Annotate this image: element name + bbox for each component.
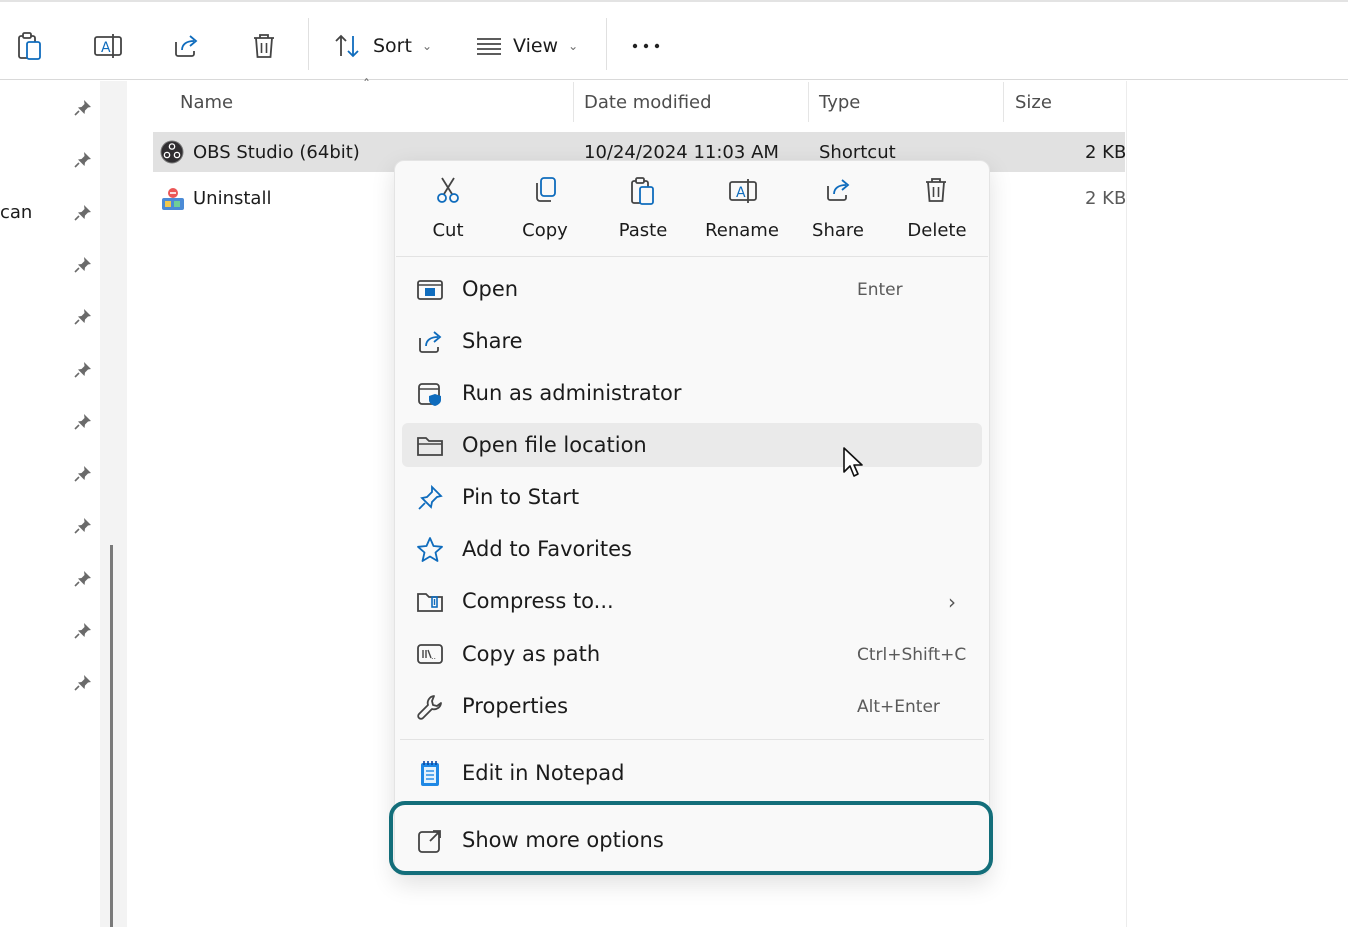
- pin-icon[interactable]: [74, 204, 92, 222]
- paste-label: Paste: [618, 220, 668, 241]
- column-header-type[interactable]: Type: [819, 92, 860, 113]
- toolbar-delete-button[interactable]: [251, 30, 277, 62]
- file-name[interactable]: OBS Studio (64bit): [193, 142, 360, 163]
- command-bar: A Sort ⌄ View ⌄: [0, 0, 1348, 80]
- svg-text:A: A: [101, 40, 111, 56]
- chevron-down-icon: ⌄: [568, 39, 579, 53]
- file-size: 2 KB: [1085, 142, 1127, 163]
- path-icon: ..: [416, 641, 444, 669]
- menu-item-shortcut: Enter: [857, 280, 903, 300]
- column-divider[interactable]: [1003, 82, 1004, 122]
- copy-label: Copy: [522, 220, 568, 241]
- folder-icon: [416, 432, 444, 460]
- delete-label: Delete: [907, 220, 967, 241]
- file-name[interactable]: Uninstall: [193, 188, 271, 209]
- notepad-icon: [416, 760, 444, 788]
- toolbar-paste-button[interactable]: [16, 30, 44, 62]
- pin-icon[interactable]: [74, 151, 92, 169]
- share-icon: [416, 328, 444, 356]
- column-divider[interactable]: [573, 82, 574, 122]
- paste-icon: [629, 176, 657, 205]
- pin-icon[interactable]: [74, 570, 92, 588]
- menu-item-label: Copy as path: [462, 642, 601, 666]
- menu-item-label: Run as administrator: [462, 381, 682, 405]
- svg-text:A: A: [736, 185, 746, 201]
- menu-item-label: Compress to...: [462, 589, 614, 613]
- copy-icon: [531, 176, 559, 204]
- open-icon: [416, 276, 444, 304]
- obs-app-icon: [160, 140, 184, 164]
- menu-item-label: Open: [462, 277, 519, 301]
- sort-button[interactable]: Sort ⌄: [333, 30, 432, 62]
- uninstall-icon: [160, 186, 186, 212]
- nav-scrollbar[interactable]: [110, 545, 113, 927]
- mouse-cursor-icon: [842, 446, 866, 480]
- cut-icon: [434, 176, 462, 204]
- cut-label: Cut: [432, 220, 464, 241]
- pin-icon[interactable]: [74, 674, 92, 692]
- menu-item-label: Add to Favorites: [462, 537, 632, 561]
- pin-icon[interactable]: [74, 361, 92, 379]
- svg-text:..: ..: [431, 652, 436, 661]
- pin-icon[interactable]: [74, 465, 92, 483]
- pin-icon: [416, 484, 444, 512]
- admin-shield-icon: [416, 380, 444, 408]
- more-icon: [631, 41, 661, 51]
- pin-icon[interactable]: [74, 413, 92, 431]
- menu-divider: [400, 739, 984, 740]
- column-divider[interactable]: [808, 82, 809, 122]
- menu-divider: [396, 256, 988, 257]
- file-size: 2 KB: [1085, 188, 1127, 209]
- chevron-down-icon: ⌄: [421, 39, 433, 53]
- rename-button[interactable]: A Rename: [701, 176, 783, 241]
- toolbar-rename-button[interactable]: A: [93, 30, 123, 62]
- delete-icon: [923, 176, 951, 204]
- view-icon: [475, 34, 503, 58]
- toolbar-separator: [606, 18, 607, 70]
- column-header-name[interactable]: Name: [180, 92, 233, 113]
- pin-icon[interactable]: [74, 622, 92, 640]
- star-icon: [416, 536, 444, 564]
- delete-icon: [251, 32, 277, 60]
- sort-ascending-icon: ˆ: [363, 78, 370, 94]
- view-label: View: [513, 35, 559, 57]
- column-header-size[interactable]: Size: [1015, 92, 1052, 113]
- share-icon: [824, 176, 852, 204]
- pin-icon[interactable]: [74, 308, 92, 326]
- sort-icon: [333, 32, 363, 60]
- chevron-right-icon: ›: [948, 590, 956, 614]
- nav-scroll-track: [100, 81, 127, 927]
- toolbar-separator: [308, 18, 309, 70]
- menu-item-label: Open file location: [462, 433, 647, 457]
- pin-icon[interactable]: [74, 256, 92, 274]
- pin-icon[interactable]: [74, 99, 92, 117]
- rename-icon: A: [93, 31, 123, 61]
- rename-icon: A: [728, 176, 757, 204]
- menu-item-shortcut: Alt+Enter: [857, 697, 940, 717]
- paste-icon: [16, 31, 44, 61]
- share-button[interactable]: Share: [798, 176, 878, 241]
- view-button[interactable]: View ⌄: [475, 30, 578, 62]
- menu-item-shortcut: Ctrl+Shift+C: [857, 645, 967, 665]
- paste-button[interactable]: Paste: [603, 176, 683, 241]
- cut-button[interactable]: Cut: [408, 176, 488, 241]
- menu-item-label: Properties: [462, 694, 569, 718]
- highlight-annotation-box: [389, 801, 993, 875]
- copy-button[interactable]: Copy: [505, 176, 585, 241]
- sort-label: Sort: [373, 35, 412, 57]
- pin-icon[interactable]: [74, 517, 92, 535]
- toolbar-share-button[interactable]: [172, 30, 200, 62]
- delete-button[interactable]: Delete: [897, 176, 977, 241]
- menu-item-label: Pin to Start: [462, 485, 580, 509]
- menu-item-label: Edit in Notepad: [462, 761, 625, 785]
- share-label: Share: [812, 220, 864, 241]
- nav-item-label-partial[interactable]: can: [0, 202, 32, 223]
- share-icon: [172, 32, 200, 60]
- menu-item-label: Share: [462, 329, 523, 353]
- zip-folder-icon: [416, 588, 444, 616]
- rename-label: Rename: [705, 220, 779, 241]
- wrench-icon: [416, 693, 444, 721]
- column-header-date[interactable]: Date modified: [584, 92, 712, 113]
- more-options-button[interactable]: [631, 30, 661, 62]
